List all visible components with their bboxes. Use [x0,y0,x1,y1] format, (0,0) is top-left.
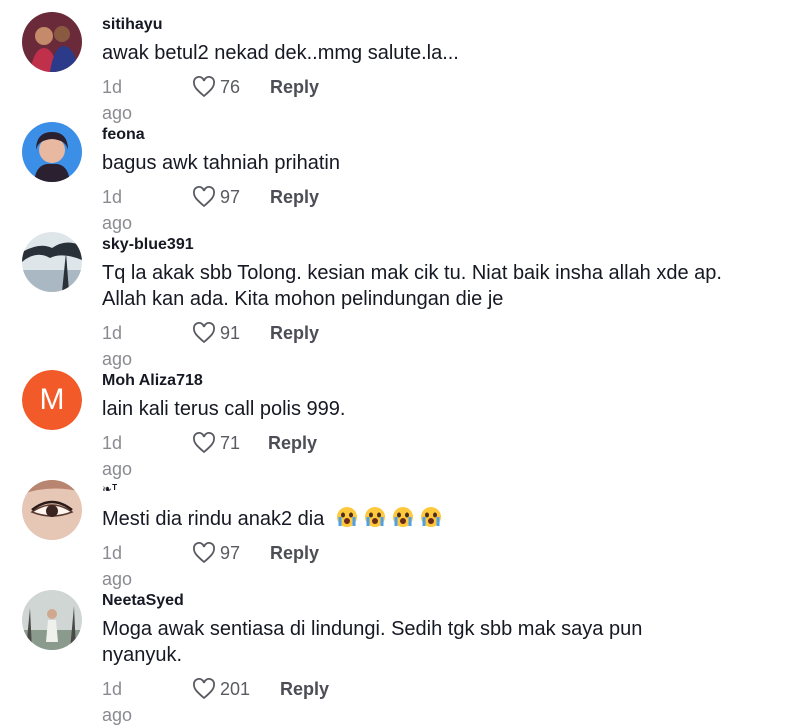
comment-text-line: Allah kan ada. Kita mohon pelindungan di… [102,288,504,310]
comment-item: sky-blue391 Tq la akak sbb Tolong. kesia… [0,220,807,369]
like-count: 97 [220,543,241,563]
comment-username[interactable]: ❧ᵀ [102,482,117,496]
reply-button[interactable]: Reply [280,676,329,702]
comment-text: bagus awk tahniah prihatin [102,152,340,174]
heart-icon [193,678,215,700]
avatar[interactable] [22,590,82,650]
crying-face-icon [392,507,413,527]
avatar-letter: M [22,370,82,430]
heart-icon [193,542,215,564]
avatar[interactable] [22,480,82,540]
comment-username[interactable]: sky-blue391 [102,236,194,254]
crying-face-icon [420,507,441,527]
comment-item: feona bagus awk tahniah prihatin 1d ago … [0,110,807,233]
comment-item: ❧ᵀ Mesti dia rindu anak2 dia 1d ago 97 R… [0,470,807,589]
reply-button[interactable]: Reply [268,430,317,456]
comment-username[interactable]: feona [102,126,145,144]
like-count: 97 [220,187,241,207]
reply-button[interactable]: Reply [270,74,319,100]
comment-username[interactable]: Moh Aliza718 [102,372,203,390]
heart-icon [193,322,215,344]
comment-username[interactable]: NeetaSyed [102,592,184,610]
avatar[interactable] [22,122,82,182]
like-count: 71 [220,433,241,453]
reply-button[interactable]: Reply [270,184,319,210]
comment-text: Mesti dia rindu anak2 dia [102,506,782,532]
like-count: 91 [220,323,241,343]
reply-button[interactable]: Reply [270,320,319,346]
comment-text-line: Moga awak sentiasa di lindungi. Sedih tg… [102,618,643,640]
comment-item: M Moh Aliza718 lain kali terus call poli… [0,360,807,479]
heart-icon [193,432,215,454]
avatar[interactable]: M [22,370,82,430]
comment-username[interactable]: sitihayu [102,16,162,34]
reply-button[interactable]: Reply [270,540,319,566]
comment-time: 1d ago [102,679,133,725]
like-count: 76 [220,77,241,97]
comment-item: NeetaSyed Moga awak sentiasa di lindungi… [0,580,807,725]
heart-icon [193,76,215,98]
comment-item: sitihayu awak betul2 nekad dek..mmg salu… [0,0,807,123]
avatar[interactable] [22,12,82,72]
like-count: 201 [220,679,251,699]
comment-text-content: Mesti dia rindu anak2 dia [102,508,325,530]
comment-text-line: Tq la akak sbb Tolong. kesian mak cik tu… [102,262,722,284]
crying-face-icon [336,507,357,527]
comment-text-line: nyanyuk. [102,644,183,666]
crying-face-icon [364,507,385,527]
comment-text: awak betul2 nekad dek..mmg salute.la... [102,42,459,64]
comment-text: lain kali terus call polis 999. [102,398,346,420]
heart-icon [193,186,215,208]
avatar[interactable] [22,232,82,292]
